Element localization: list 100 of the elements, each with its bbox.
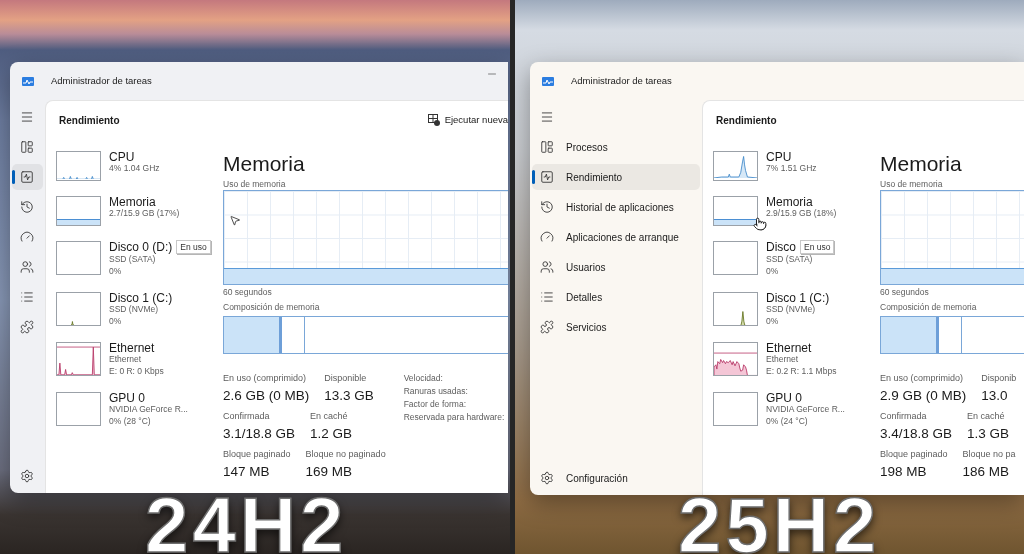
puzzle-icon [540, 320, 554, 334]
device-name[interactable]: CPU [766, 151, 792, 163]
device-graph-thumbnail[interactable] [713, 241, 758, 275]
version-label: 25H2 [678, 496, 881, 554]
app-logo-icon [542, 76, 554, 86]
device-name[interactable]: Memoria [766, 196, 813, 208]
device-detail: E: 0 R: 0 Kbps [109, 365, 164, 377]
stat-value: 198 MB [880, 463, 928, 481]
stat-label: En caché [310, 410, 349, 422]
history-icon [20, 200, 34, 214]
graph-time-label: 60 segundos [880, 286, 930, 298]
device-name[interactable]: GPU 0 [766, 392, 802, 404]
stat-value: 169 MB [305, 463, 354, 481]
usage-fill [714, 219, 757, 225]
device-name[interactable]: Memoria [109, 196, 156, 208]
settings-icon [20, 469, 34, 483]
stat-value: 13.0 [981, 387, 1009, 405]
hand-cursor-icon [753, 216, 767, 232]
stat-label: Disponib [981, 372, 1017, 384]
gauge-icon [540, 230, 554, 244]
tooltip: En uso [800, 240, 835, 254]
device-name[interactable]: Disco 1 (C:) [109, 292, 173, 304]
stat-value: 3.4/18.8 GB [880, 425, 953, 443]
usage-sparkline [71, 321, 75, 325]
device-graph-thumbnail[interactable] [56, 151, 101, 181]
panels-icon [20, 140, 34, 154]
section-title: Memoria [880, 151, 963, 177]
stat-label: Bloque paginado [880, 448, 948, 460]
device-detail: Ethernet [766, 354, 800, 366]
users-icon [20, 260, 34, 274]
device-graph-thumbnail[interactable] [713, 392, 758, 426]
settings-icon [540, 471, 554, 485]
stat-value: 2.9 GB (0 MB) [880, 387, 967, 405]
device-name[interactable]: Disco [766, 241, 796, 253]
device-detail: 2.9/15.9 GB (18%) [766, 208, 837, 220]
property-label: Factor de forma: [403, 398, 467, 411]
page-title: Rendimiento [59, 113, 120, 128]
device-name[interactable]: GPU 0 [109, 392, 145, 404]
nav-item[interactable]: Historial de aplicaciones [532, 194, 700, 220]
usage-sparkline [714, 351, 757, 375]
device-name[interactable]: Ethernet [766, 342, 812, 354]
users-icon [540, 260, 554, 274]
nav-item[interactable]: Usuarios [532, 254, 700, 280]
device-name[interactable]: Disco 0 (D:) [109, 241, 173, 253]
device-name[interactable]: CPU [109, 151, 135, 163]
device-graph-thumbnail[interactable] [713, 196, 758, 226]
device-detail: SSD (NVMe) [109, 304, 159, 316]
stat-value: 186 MB [962, 463, 1011, 481]
device-detail: 0% [766, 315, 780, 327]
device-graph-thumbnail[interactable] [56, 292, 101, 326]
device-detail: 0% (24 °C) [766, 415, 809, 427]
in-use-segment [224, 317, 279, 353]
window-title: Administrador de tareas [571, 73, 672, 88]
list-icon [20, 290, 34, 304]
device-detail: 0% [766, 265, 780, 277]
tooltip: En uso [176, 240, 211, 254]
panels-icon [540, 140, 554, 154]
graph-label: Uso de memoria [223, 178, 287, 190]
window-title: Administrador de tareas [51, 73, 152, 88]
device-graph-thumbnail[interactable] [56, 196, 101, 226]
property-label: Reservada para hardware: [403, 411, 505, 424]
usage-sparkline [57, 346, 100, 375]
stat-label: En uso (comprimido) [223, 372, 308, 384]
settings-button[interactable]: Configuración [532, 465, 634, 491]
pointer-cursor-icon [229, 213, 241, 228]
device-graph-thumbnail[interactable] [56, 392, 101, 426]
nav-item[interactable] [12, 164, 43, 190]
device-graph-thumbnail[interactable] [56, 342, 101, 376]
device-detail: SSD (SATA) [766, 254, 814, 266]
nav-item[interactable]: Aplicaciones de arranque [532, 224, 700, 250]
stat-value: 1.3 GB [967, 425, 1010, 443]
list-icon [540, 290, 554, 304]
property-label: Velocidad: [403, 372, 444, 385]
usage-sparkline [739, 310, 746, 325]
version-label: 24H2 [145, 496, 348, 554]
device-graph-thumbnail[interactable] [713, 342, 758, 376]
graph-time-label: 60 segundos [223, 286, 273, 298]
gauge-icon [20, 230, 34, 244]
nav-item[interactable]: Servicios [532, 314, 700, 340]
stat-value: 1.2 GB [310, 425, 353, 443]
new-task-button[interactable]: Ejecutar nueva [427, 112, 508, 128]
stat-label: Bloque paginado [223, 448, 291, 460]
nav-item[interactable]: Procesos [532, 134, 700, 160]
activity-icon [540, 170, 554, 184]
section-title: Memoria [223, 151, 306, 177]
device-graph-thumbnail[interactable] [56, 241, 101, 275]
device-detail: E: 0.2 R: 1.1 Mbps [766, 365, 837, 377]
device-detail: 0% [109, 265, 123, 277]
device-detail: NVIDIA GeForce R... [766, 404, 845, 416]
stat-value: 2.6 GB (0 MB) [223, 387, 310, 405]
nav-item[interactable]: Detalles [532, 284, 700, 310]
device-detail: SSD (SATA) [109, 254, 157, 266]
device-name[interactable]: Disco 1 (C:) [766, 292, 830, 304]
device-detail: Ethernet [109, 354, 143, 366]
device-graph-thumbnail[interactable] [713, 292, 758, 326]
device-name[interactable]: Ethernet [109, 342, 155, 354]
device-graph-thumbnail[interactable] [713, 151, 758, 181]
stat-label: Confirmada [880, 410, 928, 422]
in-use-segment [881, 317, 936, 353]
nav-item[interactable]: Rendimiento [532, 164, 700, 190]
